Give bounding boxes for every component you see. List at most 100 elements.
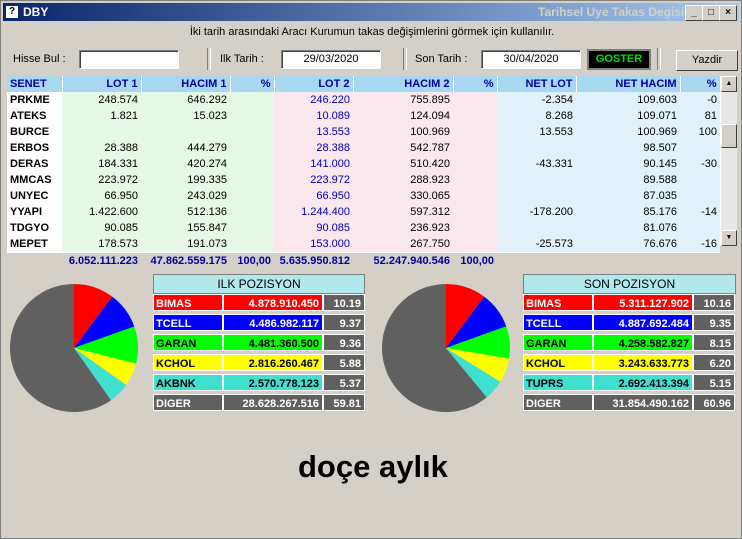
table-cell[interactable]: 510.420	[353, 156, 453, 172]
table-cell[interactable]	[497, 188, 576, 204]
table-cell[interactable]: 76.676	[576, 236, 680, 253]
table-cell[interactable]: -0	[680, 92, 720, 108]
row-symbol[interactable]: MEPET	[7, 236, 62, 253]
table-cell[interactable]: 10.089	[274, 108, 353, 124]
table-cell[interactable]	[680, 220, 720, 236]
table-cell[interactable]	[230, 140, 274, 156]
table-row[interactable]: MEPET 178.573 191.073 153.000 267.750 -25.573…	[7, 236, 720, 253]
column-header[interactable]: LOT 2	[274, 76, 354, 92]
ilk-tarih-input[interactable]: 29/03/2020	[281, 50, 381, 69]
table-cell[interactable]	[453, 172, 497, 188]
table-cell[interactable]	[453, 140, 497, 156]
table-cell[interactable]: 184.331	[62, 156, 141, 172]
row-symbol[interactable]: ERBOS	[7, 140, 62, 156]
table-cell[interactable]: 98.507	[576, 140, 680, 156]
table-cell[interactable]: 90.085	[274, 220, 353, 236]
table-cell[interactable]: -30	[680, 156, 720, 172]
table-cell[interactable]	[230, 220, 274, 236]
table-cell[interactable]: 81	[680, 108, 720, 124]
table-cell[interactable]	[453, 220, 497, 236]
table-cell[interactable]	[62, 124, 141, 140]
table-cell[interactable]	[230, 156, 274, 172]
table-cell[interactable]	[141, 124, 230, 140]
table-cell[interactable]	[453, 156, 497, 172]
table-cell[interactable]: -16	[680, 236, 720, 253]
column-header[interactable]: %	[453, 76, 498, 92]
table-cell[interactable]	[497, 172, 576, 188]
table-row[interactable]: MMCAS 223.972 199.335 223.972 288.923 89.588	[7, 172, 720, 188]
table-cell[interactable]: 13.553	[274, 124, 353, 140]
minimize-button[interactable]: _	[685, 5, 703, 21]
table-cell[interactable]: 597.312	[353, 204, 453, 220]
table-cell[interactable]: 223.972	[62, 172, 141, 188]
table-cell[interactable]	[453, 188, 497, 204]
table-cell[interactable]: 90.085	[62, 220, 141, 236]
table-cell[interactable]: 420.274	[141, 156, 230, 172]
table-cell[interactable]: 109.071	[576, 108, 680, 124]
table-cell[interactable]: 100.969	[353, 124, 453, 140]
table-row[interactable]: PRKME 248.574 646.292 246.220 755.895 -2.354 1…	[7, 92, 720, 108]
table-cell[interactable]: 288.923	[353, 172, 453, 188]
table-cell[interactable]	[453, 108, 497, 124]
table-cell[interactable]: 236.923	[353, 220, 453, 236]
table-cell[interactable]: 243.029	[141, 188, 230, 204]
table-cell[interactable]: 15.023	[141, 108, 230, 124]
son-tarih-input[interactable]: 30/04/2020	[481, 50, 581, 69]
table-cell[interactable]	[230, 108, 274, 124]
table-cell[interactable]: 66.950	[274, 188, 353, 204]
table-cell[interactable]	[230, 124, 274, 140]
column-header[interactable]: HACIM 2	[353, 76, 454, 92]
table-cell[interactable]: 178.573	[62, 236, 141, 253]
table-cell[interactable]: -2.354	[497, 92, 576, 108]
table-row[interactable]: ATEKS 1.821 15.023 10.089 124.094 8.268 109.07…	[7, 108, 720, 124]
table-cell[interactable]: 1.244.400	[274, 204, 353, 220]
goster-button[interactable]: GOSTER	[587, 49, 651, 70]
table-cell[interactable]	[230, 188, 274, 204]
table-cell[interactable]: 542.787	[353, 140, 453, 156]
column-header[interactable]: NET HACIM	[576, 76, 681, 92]
scroll-up-icon[interactable]: ▲	[721, 76, 737, 92]
table-row[interactable]: BURCE 13.553 100.969 13.553 100.969 100	[7, 124, 720, 140]
table-cell[interactable]: 191.073	[141, 236, 230, 253]
table-cell[interactable]: 1.821	[62, 108, 141, 124]
row-symbol[interactable]: ATEKS	[7, 108, 62, 124]
table-row[interactable]: YYAPI 1.422.600 512.136 1.244.400 597.312 -17…	[7, 204, 720, 220]
table-cell[interactable]: 28.388	[274, 140, 353, 156]
table-cell[interactable]: 444.279	[141, 140, 230, 156]
hisse-input[interactable]	[79, 50, 179, 69]
table-cell[interactable]	[453, 92, 497, 108]
row-symbol[interactable]: BURCE	[7, 124, 62, 140]
table-cell[interactable]	[453, 204, 497, 220]
column-header[interactable]: SENET	[7, 76, 63, 92]
table-cell[interactable]: 330.065	[353, 188, 453, 204]
table-cell[interactable]: 13.553	[497, 124, 576, 140]
table-cell[interactable]: -178.200	[497, 204, 576, 220]
column-header[interactable]: NET LOT	[497, 76, 577, 92]
table-row[interactable]: ERBOS 28.388 444.279 28.388 542.787 98.507	[7, 140, 720, 156]
table-row[interactable]: UNYEC 66.950 243.029 66.950 330.065 87.035	[7, 188, 720, 204]
title-bar[interactable]: ? DBY Tarihsel Uye Takas Degisim _ □ ×	[3, 3, 739, 21]
row-symbol[interactable]: YYAPI	[7, 204, 62, 220]
row-symbol[interactable]: TDGYO	[7, 220, 62, 236]
table-cell[interactable]: 100.969	[576, 124, 680, 140]
table-cell[interactable]: 28.388	[62, 140, 141, 156]
table-cell[interactable]: 646.292	[141, 92, 230, 108]
table-cell[interactable]: 246.220	[274, 92, 353, 108]
table-cell[interactable]	[497, 140, 576, 156]
column-header[interactable]: %	[230, 76, 275, 92]
column-header[interactable]: HACIM 1	[141, 76, 231, 92]
table-cell[interactable]: 141.000	[274, 156, 353, 172]
close-button[interactable]: ×	[719, 5, 737, 21]
column-header[interactable]: LOT 1	[62, 76, 142, 92]
table-cell[interactable]: 755.895	[353, 92, 453, 108]
table-cell[interactable]	[453, 124, 497, 140]
table-cell[interactable]: 512.136	[141, 204, 230, 220]
table-cell[interactable]: 124.094	[353, 108, 453, 124]
row-symbol[interactable]: PRKME	[7, 92, 62, 108]
table-cell[interactable]: -43.331	[497, 156, 576, 172]
table-cell[interactable]	[230, 172, 274, 188]
table-cell[interactable]	[230, 236, 274, 253]
table-cell[interactable]: 89.588	[576, 172, 680, 188]
row-symbol[interactable]: DERAS	[7, 156, 62, 172]
row-symbol[interactable]: UNYEC	[7, 188, 62, 204]
